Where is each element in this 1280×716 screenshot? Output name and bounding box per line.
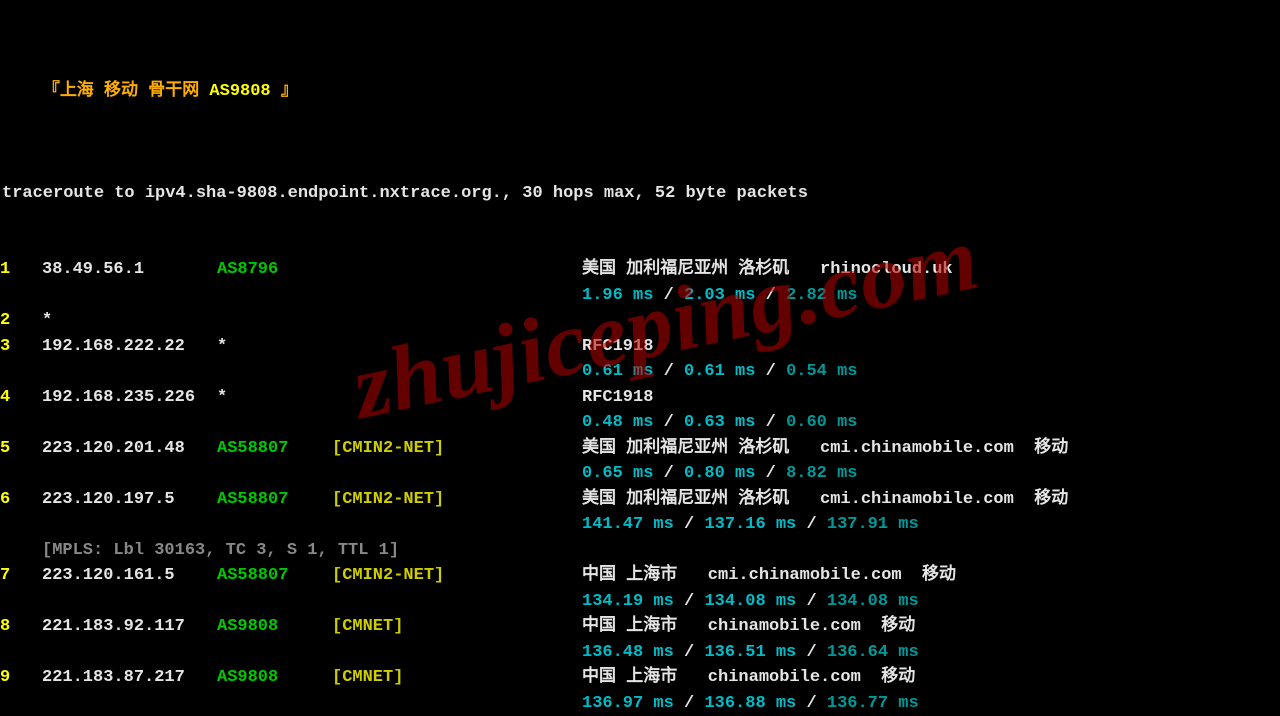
hop-row: 4192.168.235.226* RFC1918 bbox=[0, 385, 1280, 411]
hops-list: 138.49.56.1AS8796 美国 加利福尼亚州 洛杉矶 rhinoclou… bbox=[0, 257, 1280, 716]
hop-location: 美国 加利福尼亚州 洛杉矶 cmi.chinamobile.com 移动 bbox=[582, 436, 1280, 462]
hop-number: 3 bbox=[0, 334, 42, 360]
hop-ip: 223.120.161.5 bbox=[42, 563, 217, 589]
hop-ip: 192.168.222.22 bbox=[42, 334, 217, 360]
mpls-line: [MPLS: Lbl 30163, TC 3, S 1, TTL 1] bbox=[0, 538, 1280, 564]
hop-ip: 38.49.56.1 bbox=[42, 257, 217, 283]
hop-latency-row: 1.96 ms / 2.03 ms / 2.82 ms bbox=[0, 283, 1280, 309]
hop-ip: 223.120.197.5 bbox=[42, 487, 217, 513]
hop-number: 6 bbox=[0, 487, 42, 513]
hop-number: 4 bbox=[0, 385, 42, 411]
hop-location: RFC1918 bbox=[582, 334, 1280, 360]
hop-location: RFC1918 bbox=[582, 385, 1280, 411]
hop-latency-row: 136.48 ms / 136.51 ms / 136.64 ms bbox=[0, 640, 1280, 666]
hop-number: 5 bbox=[0, 436, 42, 462]
hop-asn: AS58807 bbox=[217, 436, 332, 462]
hop-row: 7223.120.161.5AS58807[CMIN2-NET]中国 上海市 c… bbox=[0, 563, 1280, 589]
hop-latency: 0.48 ms / 0.63 ms / 0.60 ms bbox=[582, 413, 857, 432]
hop-network: [CMNET] bbox=[332, 614, 582, 640]
hop-latency-row: 0.61 ms / 0.61 ms / 0.54 ms bbox=[0, 359, 1280, 385]
hop-asn: AS9808 bbox=[217, 665, 332, 691]
hop-latency: 0.65 ms / 0.80 ms / 8.82 ms bbox=[582, 464, 857, 483]
hop-location: 美国 加利福尼亚州 洛杉矶 cmi.chinamobile.com 移动 bbox=[582, 487, 1280, 513]
hop-latency: 136.97 ms / 136.88 ms / 136.77 ms bbox=[582, 694, 919, 713]
header-suffix: 』 bbox=[281, 82, 298, 101]
hop-latency-row: 136.97 ms / 136.88 ms / 136.77 ms bbox=[0, 691, 1280, 716]
hop-ip: 223.120.201.48 bbox=[42, 436, 217, 462]
hop-location: 中国 上海市 chinamobile.com 移动 bbox=[582, 614, 1280, 640]
hop-number: 7 bbox=[0, 563, 42, 589]
hop-number: 2 bbox=[0, 308, 42, 334]
hop-asn: AS58807 bbox=[217, 563, 332, 589]
hop-row: 8221.183.92.117AS9808[CMNET]中国 上海市 china… bbox=[0, 614, 1280, 640]
hop-asn: * bbox=[217, 385, 332, 411]
hop-network: [CMIN2-NET] bbox=[332, 563, 582, 589]
hop-ip: 192.168.235.226 bbox=[42, 385, 217, 411]
hop-row: 2* bbox=[0, 308, 1280, 334]
hop-row: 138.49.56.1AS8796 美国 加利福尼亚州 洛杉矶 rhinoclou… bbox=[0, 257, 1280, 283]
hop-location: 中国 上海市 chinamobile.com 移动 bbox=[582, 665, 1280, 691]
hop-row: 9221.183.87.217AS9808[CMNET]中国 上海市 china… bbox=[0, 665, 1280, 691]
hop-latency-row: 0.48 ms / 0.63 ms / 0.60 ms bbox=[0, 410, 1280, 436]
hop-latency: 0.61 ms / 0.61 ms / 0.54 ms bbox=[582, 362, 857, 381]
hop-asn: * bbox=[217, 334, 332, 360]
hop-ip: 221.183.92.117 bbox=[42, 614, 217, 640]
hop-number: 1 bbox=[0, 257, 42, 283]
hop-latency: 136.48 ms / 136.51 ms / 136.64 ms bbox=[582, 643, 919, 662]
hop-location: 中国 上海市 cmi.chinamobile.com 移动 bbox=[582, 563, 1280, 589]
hop-ip: * bbox=[42, 308, 217, 334]
hop-asn: AS8796 bbox=[217, 257, 332, 283]
hop-row: 5223.120.201.48AS58807[CMIN2-NET]美国 加利福尼… bbox=[0, 436, 1280, 462]
hop-number: 9 bbox=[0, 665, 42, 691]
hop-location: 美国 加利福尼亚州 洛杉矶 rhinocloud.uk bbox=[582, 257, 1280, 283]
hop-latency: 134.19 ms / 134.08 ms / 134.08 ms bbox=[582, 592, 919, 611]
hop-number: 8 bbox=[0, 614, 42, 640]
hop-asn: AS58807 bbox=[217, 487, 332, 513]
hop-ip: 221.183.87.217 bbox=[42, 665, 217, 691]
hop-row: 6223.120.197.5AS58807[CMIN2-NET]美国 加利福尼亚… bbox=[0, 487, 1280, 513]
hop-network: [CMNET] bbox=[332, 665, 582, 691]
terminal-output: 『上海 移动 骨干网 AS9808 』 traceroute to ipv4.s… bbox=[0, 0, 1280, 716]
hop-network: [CMIN2-NET] bbox=[332, 487, 582, 513]
traceroute-line: traceroute to ipv4.sha-9808.endpoint.nxt… bbox=[0, 181, 1280, 207]
header-label: 上海 移动 骨干网 bbox=[60, 82, 199, 101]
hop-asn: AS9808 bbox=[217, 614, 332, 640]
hop-network: [CMIN2-NET] bbox=[332, 436, 582, 462]
hop-latency-row: 0.65 ms / 0.80 ms / 8.82 ms bbox=[0, 461, 1280, 487]
hop-latency: 1.96 ms / 2.03 ms / 2.82 ms bbox=[582, 286, 857, 305]
route-header: 『上海 移动 骨干网 AS9808 』 bbox=[0, 53, 1280, 130]
header-prefix: 『 bbox=[43, 82, 60, 101]
header-asn: AS9808 bbox=[209, 82, 270, 101]
hop-latency-row: 141.47 ms / 137.16 ms / 137.91 ms bbox=[0, 512, 1280, 538]
hop-latency: 141.47 ms / 137.16 ms / 137.91 ms bbox=[582, 515, 919, 534]
mpls-label: [MPLS: Lbl 30163, TC 3, S 1, TTL 1] bbox=[42, 538, 399, 564]
hop-row: 3192.168.222.22* RFC1918 bbox=[0, 334, 1280, 360]
hop-latency-row: 134.19 ms / 134.08 ms / 134.08 ms bbox=[0, 589, 1280, 615]
